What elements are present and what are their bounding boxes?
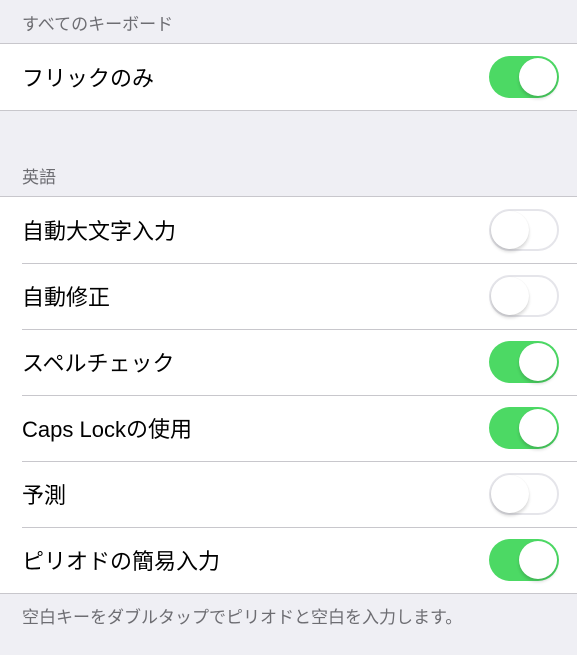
toggle-knob [519, 541, 557, 579]
row-auto-capitalization: 自動大文字入力 [0, 197, 577, 263]
row-predictive: 予測 [0, 461, 577, 527]
section-header-english: 英語 [0, 111, 577, 196]
group-all-keyboards: フリックのみ [0, 43, 577, 111]
row-period-shortcut: ピリオドの簡易入力 [0, 527, 577, 593]
toggle-period-shortcut[interactable] [489, 539, 559, 581]
section-footer-english: 空白キーをダブルタップでピリオドと空白を入力します。 [0, 594, 577, 638]
row-label: 予測 [22, 478, 66, 510]
toggle-knob [491, 211, 529, 249]
row-label: Caps Lockの使用 [22, 412, 192, 444]
row-label: スペルチェック [22, 346, 174, 378]
toggle-auto-correction[interactable] [489, 275, 559, 317]
toggle-caps-lock[interactable] [489, 407, 559, 449]
row-label: フリックのみ [22, 61, 154, 93]
toggle-flick-only[interactable] [489, 56, 559, 98]
row-label: 自動修正 [22, 280, 110, 312]
toggle-spell-check[interactable] [489, 341, 559, 383]
toggle-knob [519, 409, 557, 447]
toggle-knob [519, 343, 557, 381]
toggle-knob [491, 277, 529, 315]
row-label: 自動大文字入力 [22, 214, 176, 246]
row-auto-correction: 自動修正 [0, 263, 577, 329]
toggle-knob [491, 475, 529, 513]
row-label: ピリオドの簡易入力 [22, 544, 220, 576]
row-spell-check: スペルチェック [0, 329, 577, 395]
row-caps-lock: Caps Lockの使用 [0, 395, 577, 461]
toggle-auto-capitalization[interactable] [489, 209, 559, 251]
row-flick-only: フリックのみ [0, 44, 577, 110]
group-english: 自動大文字入力 自動修正 スペルチェック Caps Lockの使用 予測 ピリオ… [0, 196, 577, 594]
toggle-predictive[interactable] [489, 473, 559, 515]
section-header-all-keyboards: すべてのキーボード [0, 0, 577, 43]
toggle-knob [519, 58, 557, 96]
